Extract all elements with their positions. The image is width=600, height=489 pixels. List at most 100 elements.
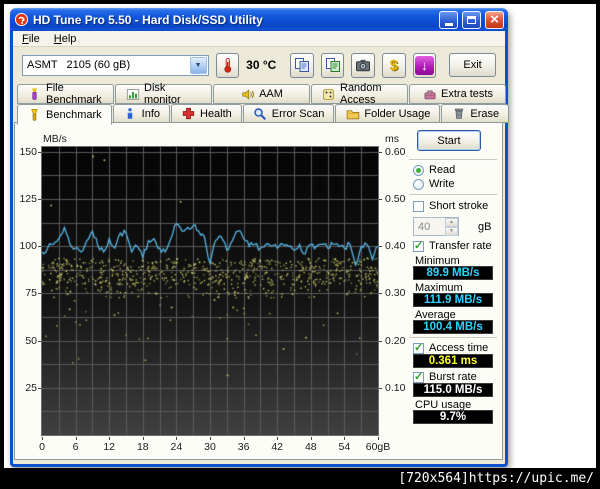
checkbox-icon <box>413 200 424 212</box>
access-time-checkbox[interactable]: Access time <box>413 341 488 354</box>
tab-label: Health <box>200 107 232 120</box>
y-left-tick-mark <box>38 341 41 342</box>
y-left-tick-mark <box>38 152 41 153</box>
x-tick-mark <box>76 437 77 440</box>
y-right-tick-label: 0.40 <box>385 240 406 253</box>
x-tick-label: 12 <box>103 441 116 453</box>
capacity-value: 40 <box>418 220 431 233</box>
transfer-rate-label: Transfer rate <box>429 240 492 252</box>
burst-rate-value: 115.0 MB/s <box>413 383 493 397</box>
temperature-value: 30 °C <box>246 58 277 72</box>
y-right-tick-mark <box>379 246 382 247</box>
y-left-tick-mark <box>38 246 41 247</box>
y-right-tick-label: 0.60 <box>385 145 406 158</box>
toolbox-icon <box>422 87 437 102</box>
y-left-tick-label: 50 <box>25 334 37 347</box>
transfer-rate-checkbox[interactable]: Transfer rate <box>413 239 492 252</box>
tab-erase[interactable]: Erase <box>441 104 510 123</box>
x-tick-mark <box>143 437 144 440</box>
separator <box>409 337 497 339</box>
tab-file-benchmark[interactable]: File Benchmark <box>17 82 114 106</box>
read-radio[interactable]: Read <box>413 164 455 176</box>
watermark-text: [720x564]https://upic.me/ <box>398 471 594 486</box>
drive-select[interactable]: ASMT 2105 (60 gB) <box>22 54 209 76</box>
purple-torch-icon <box>27 87 42 102</box>
copy-text-button[interactable] <box>320 52 345 78</box>
y-right-tick-mark <box>379 199 382 200</box>
tab-benchmark[interactable]: Benchmark <box>17 104 112 125</box>
x-tick-label: 24 <box>170 441 183 453</box>
health-cross-icon <box>181 106 196 121</box>
y-right-tick-label: 0.50 <box>385 193 406 206</box>
maximize-button[interactable] <box>462 10 481 29</box>
tab-health[interactable]: Health <box>171 104 242 123</box>
thermometer-icon <box>224 57 232 73</box>
speaker-icon <box>240 87 255 102</box>
benchmark-panel: 150 0.60 125 0.50 100 0.40 75 0.30 50 0.20 25 0.10 0… <box>14 122 503 460</box>
minimize-button[interactable] <box>439 10 458 29</box>
y-left-tick-mark <box>38 388 41 389</box>
capacity-unit-label: gB <box>478 220 492 233</box>
menu-file[interactable]: File <box>15 32 47 46</box>
close-button[interactable] <box>485 10 504 29</box>
x-tick-mark <box>42 437 43 440</box>
tab-disk-monitor[interactable]: Disk monitor <box>115 82 212 106</box>
benchmark-chart: 150 0.60 125 0.50 100 0.40 75 0.30 50 0.20 25 0.10 0… <box>15 123 415 459</box>
minimize-icon <box>444 22 453 26</box>
start-button[interactable]: Start <box>417 130 481 151</box>
titlebar[interactable]: HD Tune Pro 5.50 - Hard Disk/SSD Utility <box>10 8 508 31</box>
short-stroke-checkbox[interactable]: Short stroke <box>413 200 488 212</box>
checkbox-icon <box>413 341 424 354</box>
y-left-tick-label: 25 <box>25 381 37 394</box>
write-radio-label: Write <box>429 178 455 190</box>
control-sidebar: Start Read Write Short stroke 40 ▲ ▼ gB … <box>409 123 501 459</box>
copy-screenshot-icon <box>295 58 310 72</box>
tab-label: AAM <box>259 88 283 100</box>
capacity-stepper[interactable]: 40 ▲ ▼ <box>413 217 459 236</box>
stepper-arrows[interactable]: ▲ ▼ <box>445 218 458 236</box>
y-right-tick-mark <box>379 341 382 342</box>
exit-button[interactable]: Exit <box>449 53 496 77</box>
x-tick-mark <box>176 437 177 440</box>
tab-aam[interactable]: AAM <box>213 84 310 104</box>
tab-error-scan[interactable]: Error Scan <box>242 104 335 123</box>
write-radio[interactable]: Write <box>413 178 454 190</box>
close-icon <box>490 11 499 29</box>
copy-text-icon <box>325 58 340 72</box>
x-tick-label: 54 <box>338 441 351 453</box>
x-tick-mark <box>344 437 345 440</box>
screenshot-button[interactable] <box>351 52 375 78</box>
tab-label: Info <box>141 107 160 120</box>
tab-label: Error Scan <box>271 107 325 120</box>
y-left-tick-label: 100 <box>19 240 37 253</box>
update-button[interactable] <box>412 52 437 78</box>
cpu-usage-value: 9.7% <box>413 410 493 424</box>
update-icon <box>414 55 434 75</box>
copy-screenshot-button[interactable] <box>290 52 314 78</box>
watermark-bar: [720x564]https://upic.me/ <box>0 468 600 489</box>
tab-label: Random Access <box>340 82 382 106</box>
y-left-tick-mark <box>38 293 41 294</box>
y-left-tick-label: 150 <box>19 145 37 158</box>
dice-icon <box>321 87 336 102</box>
app-icon <box>14 12 29 27</box>
x-tick-mark <box>378 437 379 440</box>
chevron-down-icon[interactable] <box>189 56 207 74</box>
tab-folder-usage[interactable]: Folder Usage <box>335 104 441 123</box>
buy-button[interactable] <box>382 52 406 78</box>
x-tick-label: 36 <box>237 441 250 453</box>
temperature-button[interactable] <box>215 52 240 78</box>
x-tick-label: 42 <box>271 441 284 453</box>
read-radio-label: Read <box>429 164 456 176</box>
tab-extra-tests[interactable]: Extra tests <box>409 84 506 104</box>
tab-label: File Benchmark <box>46 82 102 106</box>
tab-random-access[interactable]: Random Access <box>311 82 408 106</box>
tab-strip-bottom: Benchmark Info Health Error Scan Folder … <box>17 104 510 125</box>
tab-info[interactable]: Info <box>112 104 170 123</box>
y-left-tick-label: 75 <box>25 287 37 300</box>
menu-help[interactable]: Help <box>47 32 84 46</box>
plot-area <box>41 146 379 436</box>
separator <box>409 159 497 161</box>
dollar-icon <box>390 57 398 74</box>
burst-rate-checkbox[interactable]: Burst rate <box>413 370 477 383</box>
